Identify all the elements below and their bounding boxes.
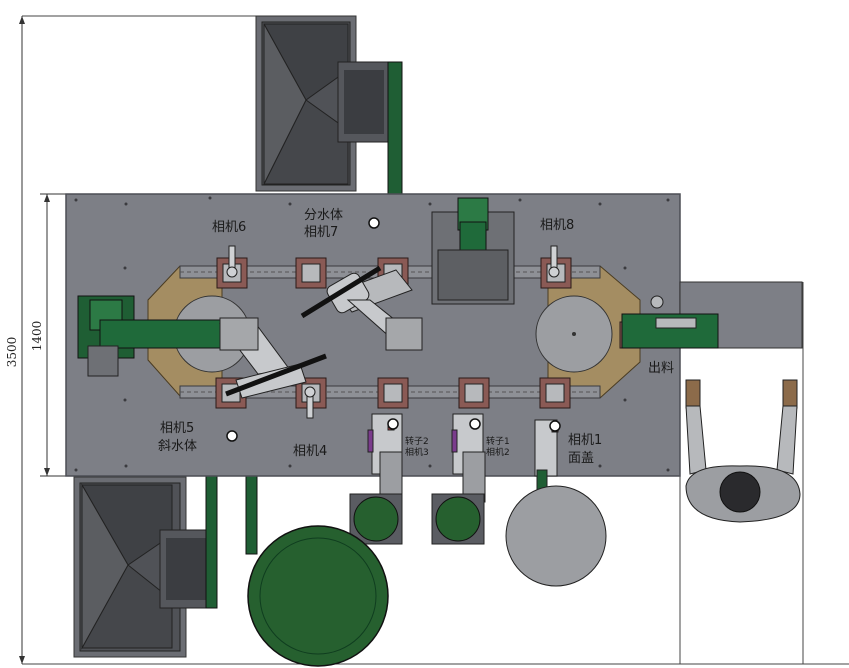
dimension-label-table: 1400: [30, 321, 44, 352]
label-camera5: 相机5: [160, 421, 194, 436]
label-slant-body: 斜水体: [158, 439, 197, 454]
label-spring2: 转子2: [405, 435, 429, 447]
label-top-cover: 面盖: [568, 451, 594, 466]
green-unit-top: [431, 197, 515, 305]
label-camera1: 相机1: [568, 433, 602, 448]
label-camera7: 相机7: [304, 225, 338, 240]
dimension-3500: 3500: [5, 16, 25, 664]
label-output: 出料: [648, 361, 674, 376]
label-camera3: 相机3: [405, 446, 429, 458]
label-spring1: 转子1: [486, 435, 510, 447]
dimension-label-overall: 3500: [5, 337, 19, 368]
label-camera8: 相机8: [540, 218, 574, 233]
dimension-1400: 1400: [30, 193, 66, 477]
label-camera4: 相机4: [293, 444, 327, 459]
layout-drawing: 3500 1400 相机6 分水体 相机7 相机8 相机5 斜水体 相机4 转子…: [5, 15, 849, 667]
label-camera2: 相机2: [486, 446, 510, 458]
label-camera6: 相机6: [212, 220, 246, 235]
large-bin: [247, 525, 389, 667]
label-split-body: 分水体: [304, 208, 343, 223]
bins-front: [349, 485, 607, 587]
operator-figure: [685, 379, 801, 523]
